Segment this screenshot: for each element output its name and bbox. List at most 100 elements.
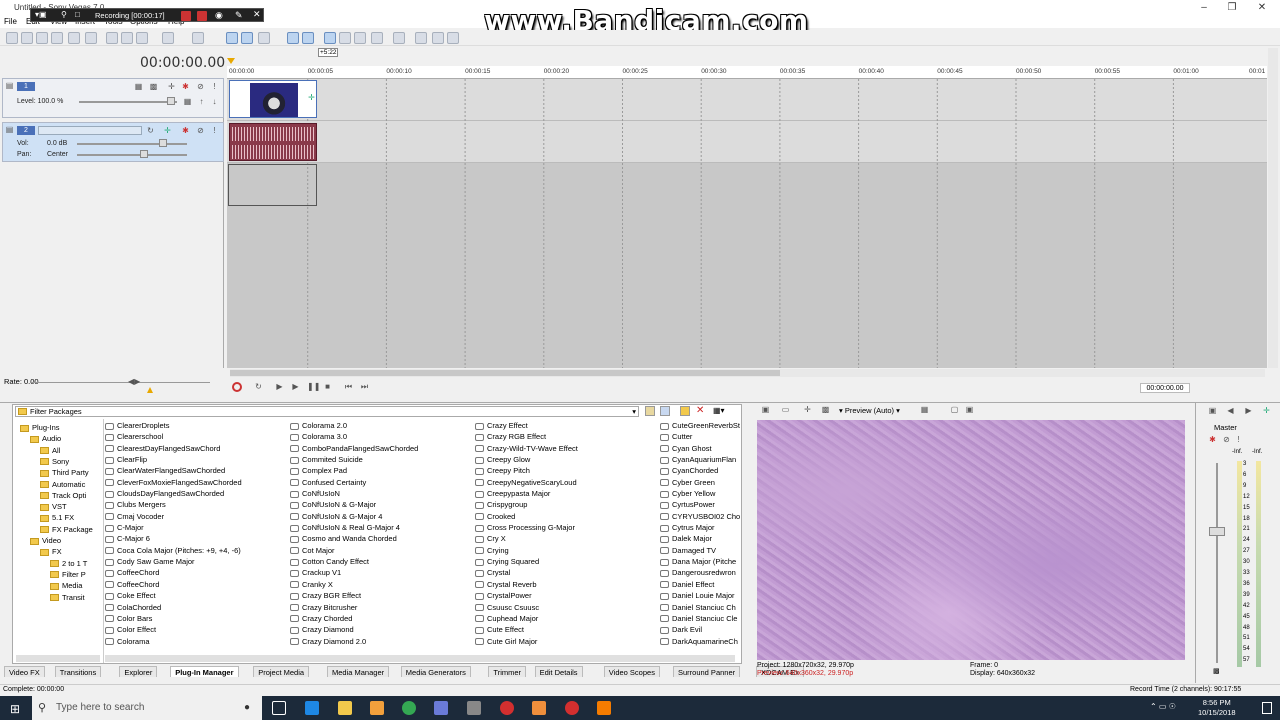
compositing-icon[interactable]: ▩ bbox=[149, 82, 158, 91]
selected-region[interactable] bbox=[228, 164, 317, 206]
help-icon[interactable] bbox=[393, 32, 405, 44]
plugin-item[interactable]: Crazy Effect bbox=[475, 421, 660, 432]
opera-icon[interactable] bbox=[565, 701, 579, 715]
video-track-header[interactable]: ▤ 1 ▦ ▩ ✛ ✱ ⊘ ! Level: 100.0 % ▦ ↑ ↓ bbox=[2, 78, 224, 118]
plugin-item[interactable]: Cosmo and Wanda Chorded bbox=[290, 534, 475, 545]
plugin-item[interactable]: Cute Effect bbox=[475, 625, 660, 636]
plugin-item[interactable]: Daniel Stanciuc Ch bbox=[660, 603, 740, 614]
dock-tab[interactable]: Edit Details bbox=[534, 666, 583, 677]
plugin-item[interactable]: Creepypasta Major bbox=[475, 489, 660, 500]
save-icon[interactable] bbox=[36, 32, 48, 44]
tree-hscroll[interactable] bbox=[16, 655, 100, 662]
master-fader-track[interactable] bbox=[1216, 463, 1218, 663]
zoom-tool-icon[interactable] bbox=[371, 32, 383, 44]
search-icon[interactable]: ⚲ bbox=[61, 10, 67, 19]
collapse-icon[interactable]: ▤ bbox=[5, 81, 14, 90]
plugin-item[interactable]: Cuphead Major bbox=[475, 614, 660, 625]
play-icon[interactable]: ▶ bbox=[291, 382, 300, 391]
plugin-item[interactable]: CoffeeChord bbox=[105, 580, 290, 591]
cut-icon[interactable] bbox=[106, 32, 118, 44]
region-icon[interactable]: □ bbox=[75, 10, 80, 19]
rate-slider[interactable] bbox=[30, 382, 210, 383]
tree-node[interactable]: Sony bbox=[40, 457, 69, 466]
plugin-item[interactable]: Dalek Major bbox=[660, 534, 740, 545]
external-monitor-icon[interactable]: ▭ bbox=[781, 405, 790, 414]
notifications-icon[interactable] bbox=[1262, 702, 1272, 714]
open-icon[interactable] bbox=[21, 32, 33, 44]
plugin-item[interactable]: Daniel Effect bbox=[660, 580, 740, 591]
plugin-item[interactable]: Cry X bbox=[475, 534, 660, 545]
dock-tab[interactable]: Surround Panner bbox=[673, 666, 741, 677]
refresh-icon[interactable] bbox=[660, 406, 670, 416]
plugin-item[interactable]: CyrtusPower bbox=[660, 500, 740, 511]
ignore-grouping-icon[interactable] bbox=[302, 32, 314, 44]
plugin-item[interactable]: Daniel Stanciuc Cle bbox=[660, 614, 740, 625]
tree-node[interactable]: Media bbox=[50, 581, 82, 590]
invert-phase-icon[interactable]: ↻ bbox=[146, 126, 155, 135]
properties-icon[interactable] bbox=[85, 32, 97, 44]
new-icon[interactable] bbox=[6, 32, 18, 44]
snap-icon[interactable] bbox=[226, 32, 238, 44]
restore-icon[interactable]: ❐ bbox=[1218, 0, 1246, 16]
stop-icon[interactable]: ■ bbox=[323, 382, 332, 391]
tree-node[interactable]: Plug-Ins bbox=[20, 423, 60, 432]
plugin-item[interactable]: Crazy Bitcrusher bbox=[290, 603, 475, 614]
pause-record-button[interactable] bbox=[181, 11, 191, 21]
plugin-item[interactable]: Crispygroup bbox=[475, 500, 660, 511]
plugin-item[interactable]: Colorama 3.0 bbox=[290, 432, 475, 443]
plugin-item[interactable]: Color Effect bbox=[105, 625, 290, 636]
lock-envelopes-icon[interactable] bbox=[287, 32, 299, 44]
plugin-item[interactable]: Crazy BGR Effect bbox=[290, 591, 475, 602]
preview-properties-icon[interactable]: ▣ bbox=[761, 405, 770, 414]
plugin-item[interactable]: Csuusc Csuusc bbox=[475, 603, 660, 614]
chevron-down-icon[interactable]: ▾ bbox=[632, 407, 636, 417]
mute-icon[interactable]: ▦ bbox=[134, 82, 143, 91]
time-ruler[interactable]: 00:00:00 00:00:05 00:00:10 00:00:15 00:00:20… bbox=[227, 66, 1267, 79]
plugin-item[interactable]: C-Major bbox=[105, 523, 290, 534]
envelope-tool-icon[interactable] bbox=[339, 32, 351, 44]
app-icon-3[interactable] bbox=[467, 701, 481, 715]
save-snapshot-icon[interactable]: ▣ bbox=[965, 405, 974, 414]
plugin-item[interactable]: DarkAquamarineCh bbox=[660, 637, 740, 648]
plugin-item[interactable]: Confused Certainty bbox=[290, 478, 475, 489]
scroll-thumb[interactable] bbox=[230, 370, 780, 376]
timeline-vscroll[interactable] bbox=[1268, 48, 1278, 368]
app-icon-1[interactable] bbox=[370, 701, 384, 715]
plugin-item[interactable]: CleverFoxMoxieFlangedSawChorded bbox=[105, 478, 290, 489]
audio-clip[interactable] bbox=[229, 123, 317, 161]
tracks-icon[interactable] bbox=[447, 32, 459, 44]
close-icon[interactable]: ✕ bbox=[1248, 0, 1276, 16]
delete-icon[interactable]: ✕ bbox=[696, 405, 704, 416]
plugin-item[interactable]: ColaChorded bbox=[105, 603, 290, 614]
undo-icon[interactable] bbox=[162, 32, 174, 44]
selection-tool-icon[interactable] bbox=[354, 32, 366, 44]
lock-icon[interactable]: ▩ bbox=[1213, 667, 1220, 675]
dock-tab[interactable]: Transitions bbox=[54, 666, 102, 677]
ripple-icon[interactable] bbox=[258, 32, 270, 44]
record-button[interactable] bbox=[232, 382, 242, 392]
dock-tab[interactable]: Trimmer bbox=[488, 666, 527, 677]
master-mute-icon[interactable]: ⊘ bbox=[1222, 435, 1231, 444]
plugin-item[interactable]: Crying Squared bbox=[475, 557, 660, 568]
plugin-item[interactable]: CYRYUSBOI02 Chor bbox=[660, 512, 740, 523]
dock-tab[interactable]: Video Scopes bbox=[603, 666, 660, 677]
media-icon[interactable] bbox=[415, 32, 427, 44]
plugin-item[interactable]: Clearerschool bbox=[105, 432, 290, 443]
solo-icon[interactable]: ! bbox=[210, 82, 219, 91]
plugin-item[interactable]: Damaged TV bbox=[660, 546, 740, 557]
plugin-item[interactable]: ClearFlip bbox=[105, 455, 290, 466]
plugin-item[interactable]: CyanChorded bbox=[660, 466, 740, 477]
mixer-icon[interactable] bbox=[432, 32, 444, 44]
dim-icon[interactable]: ▶ bbox=[1244, 406, 1253, 415]
fx-chain-icon[interactable]: ✛ bbox=[163, 126, 172, 135]
plugin-item[interactable]: Crazy Diamond bbox=[290, 625, 475, 636]
tree-node[interactable]: VST bbox=[40, 502, 67, 511]
video-clip[interactable]: ✛ bbox=[229, 80, 317, 118]
preview-quality-dropdown[interactable]: ▾ Preview (Auto) ▾ bbox=[839, 406, 900, 415]
dock-tab[interactable]: Video FX bbox=[4, 666, 45, 677]
mute-track-icon[interactable]: ⊘ bbox=[196, 82, 205, 91]
menu-file[interactable]: File bbox=[4, 17, 17, 26]
play-from-start-icon[interactable]: ▶ bbox=[275, 382, 284, 391]
close-recorder-icon[interactable]: ✕ bbox=[253, 9, 261, 20]
plugin-item[interactable]: Coca Cola Major (Pitches: +9, +4, -6) bbox=[105, 546, 290, 557]
